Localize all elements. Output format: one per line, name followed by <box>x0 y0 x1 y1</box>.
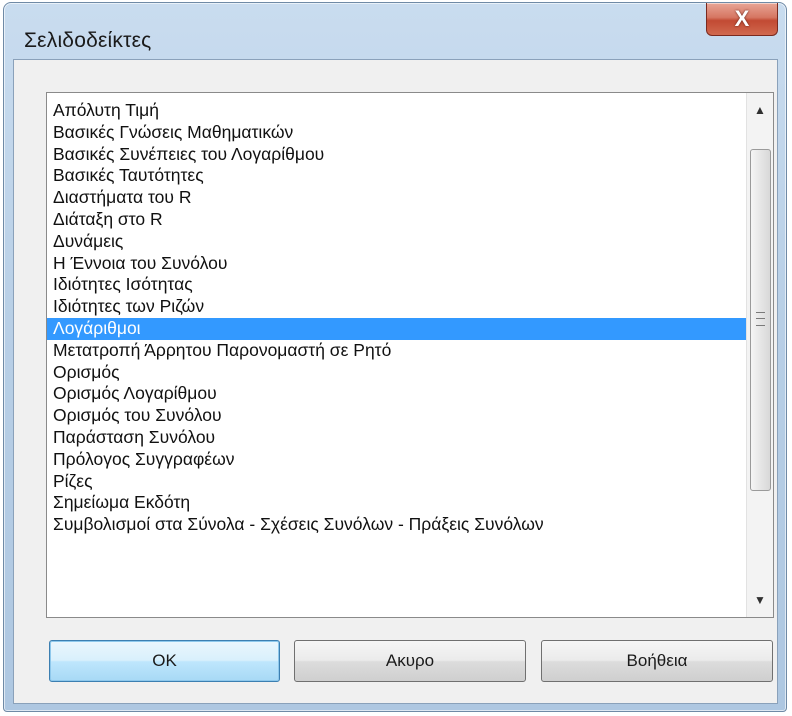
bookmarks-listbox[interactable]: Απόλυτη Τιμή Βασικές Γνώσεις Μαθηματικών Β… <box>46 92 774 618</box>
title-bar[interactable]: Σελιδοδείκτες X <box>4 3 786 59</box>
window-title: Σελιδοδείκτες <box>24 29 152 52</box>
ok-button[interactable]: OK <box>49 640 280 682</box>
list-item[interactable]: Ιδιότητες των Ριζών <box>47 296 747 318</box>
list-item[interactable]: Ρίζες <box>47 471 747 493</box>
list-item[interactable]: Ορισμός του Συνόλου <box>47 405 747 427</box>
grip-icon <box>756 312 765 326</box>
list-item[interactable]: Ορισμός Λογαρίθμου <box>47 383 747 405</box>
list-item[interactable]: Βασικές Γνώσεις Μαθηματικών <box>47 122 747 144</box>
list-item[interactable]: Απόλυτη Τιμή <box>47 100 747 122</box>
bookmarks-dialog: Σελιδοδείκτες X Απόλυτη Τιμή Βασικές Γνώσ… <box>3 2 787 712</box>
scroll-up-button[interactable]: ▲ <box>747 93 773 127</box>
list-item[interactable]: Διαστήματα του R <box>47 187 747 209</box>
dialog-client-area: Απόλυτη Τιμή Βασικές Γνώσεις Μαθηματικών Β… <box>13 59 778 704</box>
list-item[interactable]: Λογάριθμοι <box>47 317 747 340</box>
scroll-down-arrow-icon: ▼ <box>754 593 766 607</box>
close-button[interactable]: X <box>706 3 778 36</box>
list-item[interactable]: Πρόλογος Συγγραφέων <box>47 449 747 471</box>
list-item[interactable]: Βασικές Συνέπειες του Λογαρίθμου <box>47 144 747 166</box>
list-item[interactable]: Δυνάμεις <box>47 231 747 253</box>
cancel-button[interactable]: Ακυρο <box>294 640 526 682</box>
list-item[interactable]: Βασικές Ταυτότητες <box>47 165 747 187</box>
list-item[interactable]: Ορισμός <box>47 362 747 384</box>
help-button[interactable]: Βοήθεια <box>541 640 773 682</box>
list-item[interactable]: Συμβολισμοί στα Σύνολα - Σχέσεις Συνόλων… <box>47 514 747 536</box>
list-item[interactable]: Παράσταση Συνόλου <box>47 427 747 449</box>
scroll-up-arrow-icon: ▲ <box>754 103 766 117</box>
vertical-scrollbar[interactable]: ▲ ▼ <box>746 93 773 617</box>
bookmarks-list: Απόλυτη Τιμή Βασικές Γνώσεις Μαθηματικών Β… <box>47 100 747 536</box>
list-item[interactable]: Η Έννοια του Συνόλου <box>47 253 747 275</box>
list-item[interactable]: Μετατροπή Άρρητου Παρονομαστή σε Ρητό <box>47 340 747 362</box>
scroll-thumb[interactable] <box>750 149 771 491</box>
list-item[interactable]: Ιδιότητες Ισότητας <box>47 274 747 296</box>
scroll-down-button[interactable]: ▼ <box>747 583 773 617</box>
list-item[interactable]: Διάταξη στο R <box>47 209 747 231</box>
close-icon: X <box>734 6 750 31</box>
list-item[interactable]: Σημείωμα Εκδότη <box>47 492 747 514</box>
